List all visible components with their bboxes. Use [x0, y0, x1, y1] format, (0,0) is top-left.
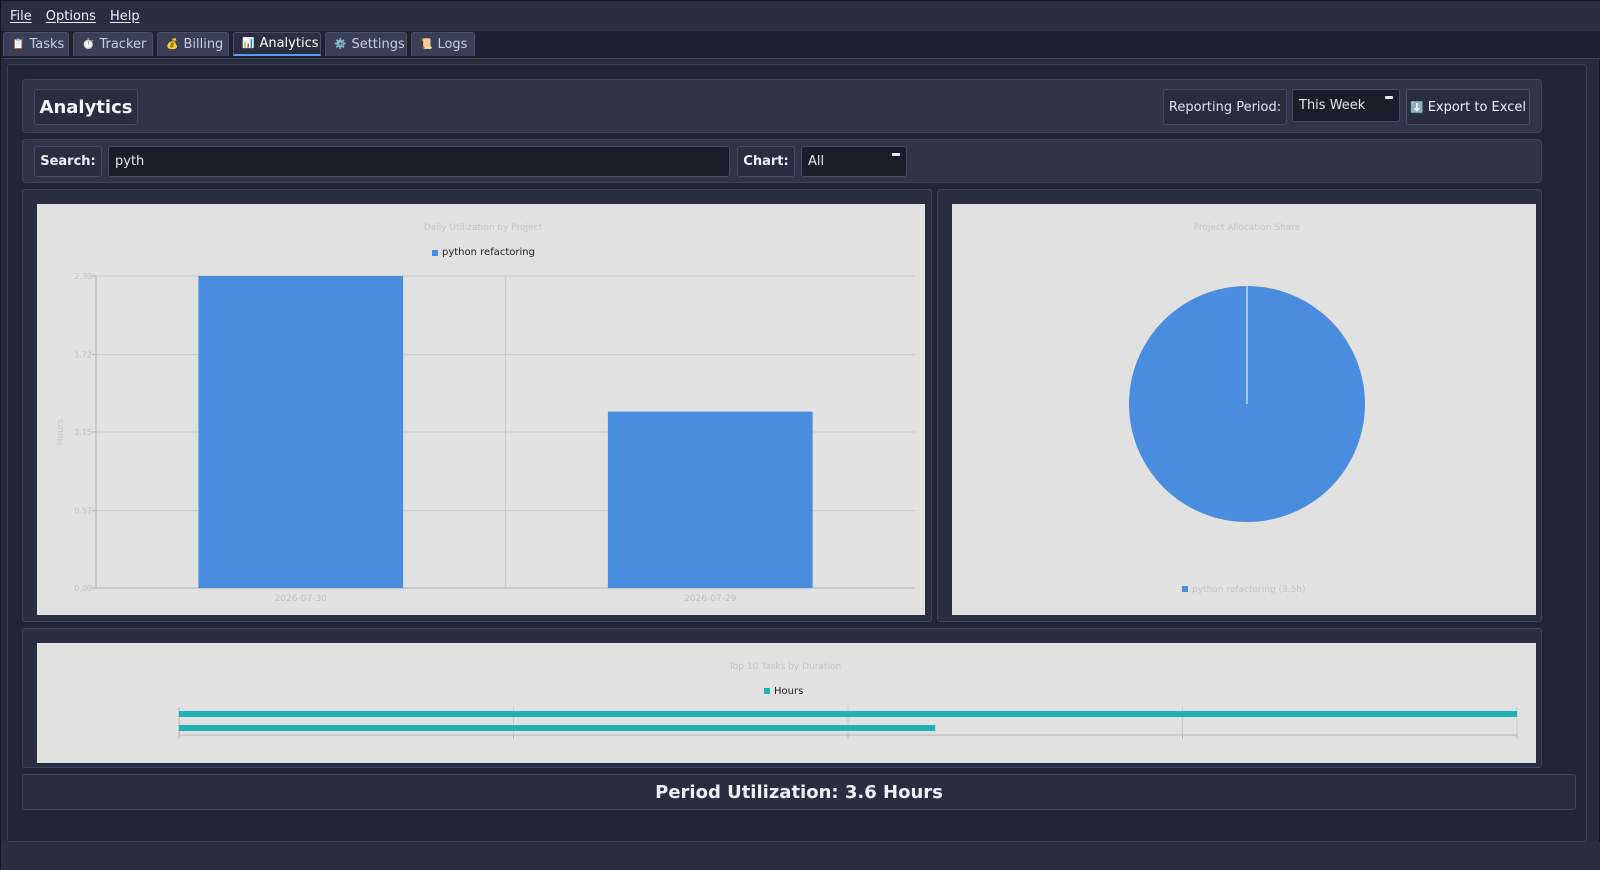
tab-analytics[interactable]: 📊 Analytics — [233, 32, 321, 56]
header-panel: Analytics Reporting Period: This Week ⬇️… — [22, 79, 1542, 133]
top-tasks-chart: Top 10 Tasks by Duration Hours — [37, 643, 1536, 763]
tab-tracker[interactable]: ⏱️ Tracker — [73, 32, 153, 56]
menu-help[interactable]: Help — [110, 9, 140, 24]
export-excel-label: Export to Excel — [1427, 99, 1526, 115]
chart-title: Project Allocation Share — [1194, 223, 1301, 233]
reporting-period-label: Reporting Period: — [1163, 89, 1287, 125]
page-title: Analytics — [34, 89, 138, 125]
reporting-period-value: This Week — [1299, 98, 1366, 113]
chart-title: Top 10 Tasks by Duration — [728, 662, 841, 672]
chart-filter-select[interactable]: All — [801, 146, 907, 177]
allocation-share-chart: Project Allocation Share python refactor… — [952, 204, 1536, 615]
export-excel-button[interactable]: ⬇️ Export to Excel — [1406, 89, 1530, 125]
tab-settings[interactable]: ⚙️ Settings — [325, 32, 407, 56]
legend-swatch — [432, 250, 438, 256]
scroll-icon: 📜 — [420, 39, 433, 50]
allocation-share-panel: Project Allocation Share python refactor… — [937, 189, 1542, 622]
daily-utilization-panel: Daily Utilization by Project python refa… — [22, 189, 932, 622]
tab-tasks[interactable]: 📋 Tasks — [3, 32, 69, 56]
search-input[interactable]: pyth — [108, 146, 730, 177]
y-tick-label: 2.30 — [74, 272, 92, 281]
app-window: File Options Help 📋 Tasks ⏱️ Tracker 💰 B… — [0, 0, 1600, 870]
status-bar — [1, 842, 1600, 870]
legend-swatch — [1182, 586, 1188, 592]
chart-title: Daily Utilization by Project — [424, 223, 543, 233]
tab-label: Logs — [437, 37, 468, 52]
gear-icon: ⚙️ — [334, 39, 347, 50]
reporting-period-select[interactable]: This Week — [1292, 89, 1400, 122]
dropdown-indicator-icon — [1385, 96, 1393, 99]
tab-label: Tracker — [99, 37, 147, 52]
chart-filter-label: Chart: — [737, 146, 795, 177]
tab-label: Tasks — [29, 37, 65, 52]
pie-chart-svg: Project Allocation Share python refactor… — [1129, 223, 1365, 595]
tab-label: Billing — [183, 37, 224, 52]
y-tick-label: 1.72 — [74, 351, 92, 360]
task-bar — [179, 711, 1517, 717]
dropdown-indicator-icon — [892, 153, 900, 156]
daily-utilization-chart: Daily Utilization by Project python refa… — [37, 204, 925, 615]
y-tick-label: 1.15 — [74, 428, 92, 437]
top-tasks-panel: Top 10 Tasks by Duration Hours — [22, 628, 1542, 768]
legend-swatch — [764, 688, 770, 694]
x-tick-label: 2026-07-30 — [275, 594, 328, 604]
legend-label: Hours — [774, 686, 803, 697]
stopwatch-icon: ⏱️ — [82, 39, 95, 50]
legend-label: python refactoring (3.5h) — [1192, 585, 1306, 595]
task-bar — [179, 725, 936, 731]
tab-logs[interactable]: 📜 Logs — [411, 32, 475, 56]
y-axis-label: Hours — [56, 419, 66, 446]
menu-bar: File Options Help — [1, 1, 1600, 31]
menu-options[interactable]: Options — [46, 9, 96, 24]
y-tick-label: 0.00 — [74, 584, 92, 593]
chart-filter-value: All — [808, 154, 825, 169]
analytics-page: Analytics Reporting Period: This Week ⬇️… — [7, 64, 1587, 842]
y-tick-label: 0.57 — [74, 507, 92, 516]
tab-label: Analytics — [259, 36, 319, 51]
legend-label: python refactoring — [442, 247, 535, 258]
clipboard-icon: 📋 — [12, 39, 25, 50]
search-label: Search: — [34, 146, 102, 177]
download-icon: ⬇️ — [1409, 100, 1424, 114]
tab-label: Settings — [351, 37, 405, 52]
bar-chart-icon: 📊 — [242, 38, 255, 49]
bar — [198, 276, 404, 588]
hbar-chart-svg: Top 10 Tasks by Duration Hours — [178, 662, 1518, 739]
tab-billing[interactable]: 💰 Billing — [157, 32, 229, 56]
x-tick-label: 2026-07-29 — [684, 594, 737, 604]
period-utilization: Period Utilization: 3.6 Hours — [22, 774, 1576, 810]
money-bag-icon: 💰 — [166, 39, 179, 50]
tab-bar: 📋 Tasks ⏱️ Tracker 💰 Billing 📊 Analytics… — [1, 31, 1600, 59]
bar-chart-svg: Daily Utilization by Project python refa… — [56, 223, 915, 604]
bar — [607, 411, 813, 588]
filter-panel: Search: pyth Chart: All — [22, 139, 1542, 183]
menu-file[interactable]: File — [10, 9, 32, 24]
